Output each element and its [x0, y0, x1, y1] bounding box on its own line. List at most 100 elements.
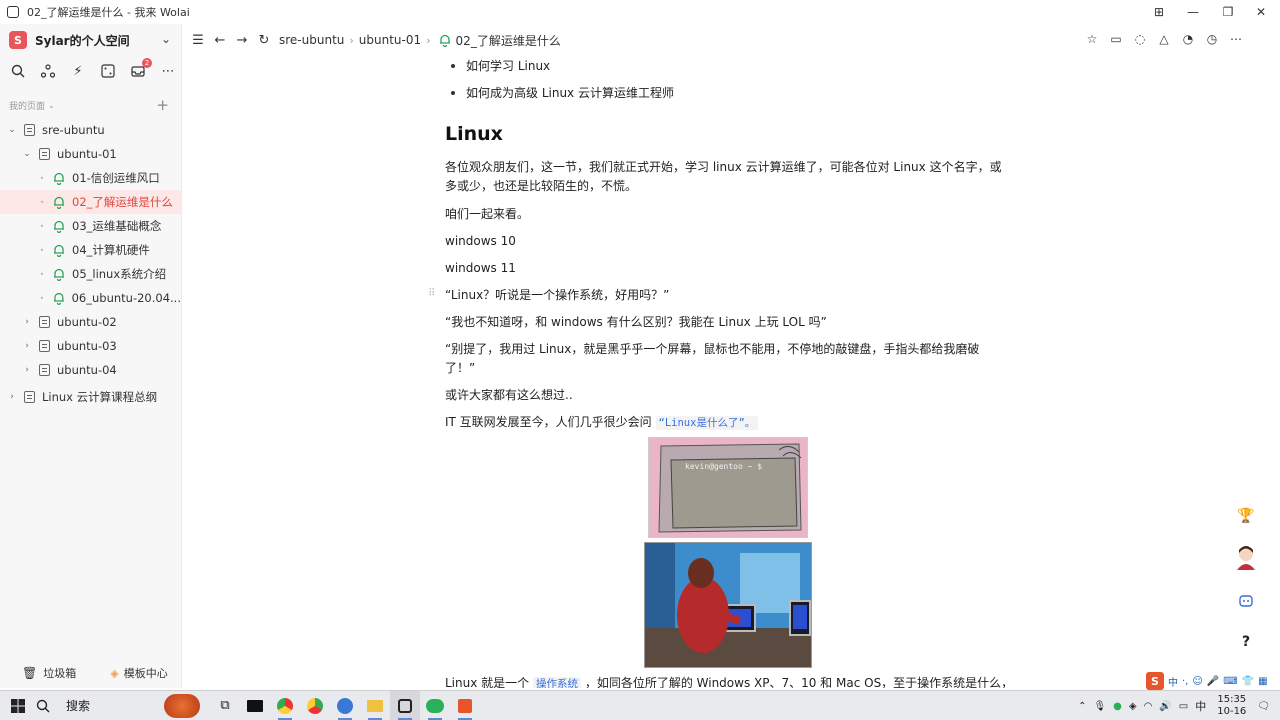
paragraph[interactable]: IT 互联网发展至今，人们几乎很少会问 “Linux是什么了”。	[445, 413, 759, 433]
add-page-icon[interactable]: +	[156, 96, 169, 114]
tray-expand-icon[interactable]: ⌃	[1078, 701, 1086, 712]
tray-wechat-icon[interactable]: ●	[1113, 701, 1122, 712]
chrome-icon[interactable]	[270, 691, 300, 720]
ime-punctuation-icon[interactable]: ·,	[1182, 676, 1188, 687]
workspace-switcher[interactable]: S Sylar的个人空间 ⌄	[0, 24, 181, 56]
person-at-computer-image	[644, 542, 812, 668]
list-item[interactable]: 如何学习 Linux	[445, 57, 1005, 75]
clock[interactable]: 15:35 10-16	[1217, 694, 1246, 718]
taskbar-search[interactable]: 搜索	[36, 691, 200, 720]
dice-icon[interactable]	[100, 63, 116, 79]
tray-mic-icon[interactable]: 🎙	[1093, 701, 1106, 712]
history-icon[interactable]: ◷	[1204, 31, 1220, 47]
lightning-icon[interactable]: ⚡	[70, 63, 86, 79]
sidebar-item[interactable]: • 02_了解运维是什么	[0, 190, 181, 214]
paragraph[interactable]: windows 10	[445, 232, 516, 251]
chevron-right-icon[interactable]: ›	[6, 392, 18, 402]
terminal-prompt-text: kevin@gentoo ~ $	[685, 462, 763, 471]
layout-icon[interactable]: ⊞	[1144, 0, 1174, 24]
ime-emoji-icon[interactable]: ☺	[1192, 676, 1202, 687]
ime-keyboard-icon[interactable]: ⌨	[1223, 676, 1237, 687]
sidebar-item[interactable]: ⌄ ubuntu-01	[0, 142, 181, 166]
trophy-icon[interactable]: 🏆	[1234, 504, 1258, 528]
paragraph[interactable]: 咱们一起来看。	[445, 205, 529, 224]
section-header[interactable]: 我的页面 ⌄ +	[0, 92, 181, 118]
breadcrumb-item[interactable]: ubuntu-01	[359, 33, 421, 47]
sidebar-item[interactable]: › Linux 云计算课程总纲	[0, 385, 181, 409]
minimize-button[interactable]: —	[1178, 0, 1208, 24]
help-icon[interactable]: ?	[1234, 630, 1258, 654]
battery-icon[interactable]: ▭	[1179, 701, 1188, 712]
sogou-ime-icon[interactable]: S	[1146, 672, 1164, 690]
paragraph[interactable]: Linux 就是一个 操作系统 ，如同各位所了解的 Windows XP、7、1…	[445, 674, 1025, 688]
sidebar-item[interactable]: • 06_ubuntu-20.04...	[0, 286, 181, 310]
list-item[interactable]: 如何成为高级 Linux 云计算运维工程师	[445, 84, 1005, 102]
ime-shirt-icon[interactable]: 👕	[1242, 676, 1254, 687]
sidebar-item[interactable]: • 04_计算机硬件	[0, 238, 181, 262]
star-icon[interactable]: ☆	[1084, 31, 1100, 47]
section-heading[interactable]: Linux	[445, 123, 503, 145]
quote-paragraph[interactable]: “Linux？听说是一个操作系统，好用吗？”	[445, 286, 669, 305]
breadcrumb-item[interactable]: sre-ubuntu	[279, 33, 344, 47]
trash-label[interactable]: 垃圾箱	[43, 665, 76, 681]
menu-icon[interactable]: ☰	[189, 33, 207, 48]
sidebar-item[interactable]: ⌄ sre-ubuntu	[0, 118, 181, 142]
user-icon[interactable]: ◔	[1180, 31, 1196, 47]
sidebar-item[interactable]: › ubuntu-02	[0, 310, 181, 334]
chevron-down-icon[interactable]: ⌄	[21, 149, 33, 159]
present-icon[interactable]: ▭	[1108, 31, 1124, 47]
quote-paragraph[interactable]: “我也不知道呀，和 windows 有什么区别？我能在 Linux 上玩 LOL…	[445, 313, 827, 332]
close-button[interactable]: ✕	[1246, 0, 1276, 24]
template-icon[interactable]: ◈	[110, 667, 118, 680]
paragraph[interactable]: windows 11	[445, 259, 516, 278]
refresh-icon[interactable]: ↻	[255, 33, 273, 48]
forward-icon[interactable]: →	[233, 33, 251, 48]
windows-start-icon[interactable]	[0, 691, 36, 720]
search-icon[interactable]	[10, 63, 26, 79]
task-view-icon[interactable]: ⧉	[210, 691, 240, 720]
chat-bot-icon[interactable]	[1234, 589, 1258, 613]
chevron-down-icon[interactable]: ⌄	[6, 125, 18, 135]
avatar[interactable]	[1234, 545, 1258, 570]
tray-shield-icon[interactable]: ◈	[1129, 701, 1137, 712]
chevron-right-icon[interactable]: ›	[21, 365, 33, 375]
chevron-right-icon[interactable]: ›	[21, 341, 33, 351]
share-icon[interactable]: △	[1156, 31, 1172, 47]
comment-icon[interactable]: ◌	[1132, 31, 1148, 47]
trash-icon[interactable]: 🗑	[22, 666, 37, 680]
chevron-down-icon[interactable]: ⌄	[161, 32, 171, 46]
template-label[interactable]: 模板中心	[124, 665, 168, 681]
notification-center-icon[interactable]: 🗨	[1257, 701, 1270, 712]
sidebar-item[interactable]: • 05_linux系统介绍	[0, 262, 181, 286]
wechat-icon[interactable]	[420, 691, 450, 720]
sidebar-item[interactable]: › ubuntu-03	[0, 334, 181, 358]
ime-mic-icon[interactable]: 🎤	[1207, 676, 1219, 687]
app-icon[interactable]	[450, 691, 480, 720]
paragraph[interactable]: 各位观众朋友们，这一节，我们就正式开始，学习 linux 云计算运维了，可能各位…	[445, 158, 1013, 196]
back-icon[interactable]: ←	[211, 33, 229, 48]
wifi-icon[interactable]: ◠	[1144, 701, 1153, 712]
inbox-icon[interactable]: 2	[130, 58, 152, 79]
sidebar-item[interactable]: • 01-信创运维风口	[0, 166, 181, 190]
sidebar-item[interactable]: › ubuntu-04	[0, 358, 181, 382]
ime-menu-icon[interactable]: ▦	[1258, 676, 1267, 687]
sidebar-item[interactable]: • 03_运维基础概念	[0, 214, 181, 238]
maximize-button[interactable]: ❐	[1213, 0, 1243, 24]
file-explorer-icon[interactable]	[360, 691, 390, 720]
browser-icon[interactable]	[330, 691, 360, 720]
ime-indicator[interactable]: 中	[1195, 698, 1206, 714]
quote-paragraph[interactable]: “别提了，我用过 Linux，就是黑乎乎一个屏幕，鼠标也不能用，不停地的敲键盘，…	[445, 340, 990, 378]
more-icon[interactable]: ⋯	[160, 63, 176, 79]
ime-chinese-icon[interactable]: 中	[1168, 674, 1178, 689]
document-icon	[39, 340, 50, 352]
wolai-taskbar-icon[interactable]	[390, 690, 420, 720]
terminal-app-icon[interactable]	[240, 691, 270, 720]
paragraph[interactable]: 或许大家都有这么想过..	[445, 386, 573, 405]
graph-icon[interactable]	[40, 63, 56, 79]
drag-handle-icon[interactable]: ⠿	[428, 288, 435, 299]
chrome-alt-icon[interactable]	[300, 691, 330, 720]
volume-icon[interactable]: 🔊	[1159, 701, 1171, 712]
chevron-right-icon[interactable]: ›	[21, 317, 33, 327]
more-icon[interactable]: ⋯	[1228, 31, 1244, 47]
ime-toolbar: S 中 ·, ☺ 🎤 ⌨ 👕 ▦	[1146, 672, 1268, 690]
